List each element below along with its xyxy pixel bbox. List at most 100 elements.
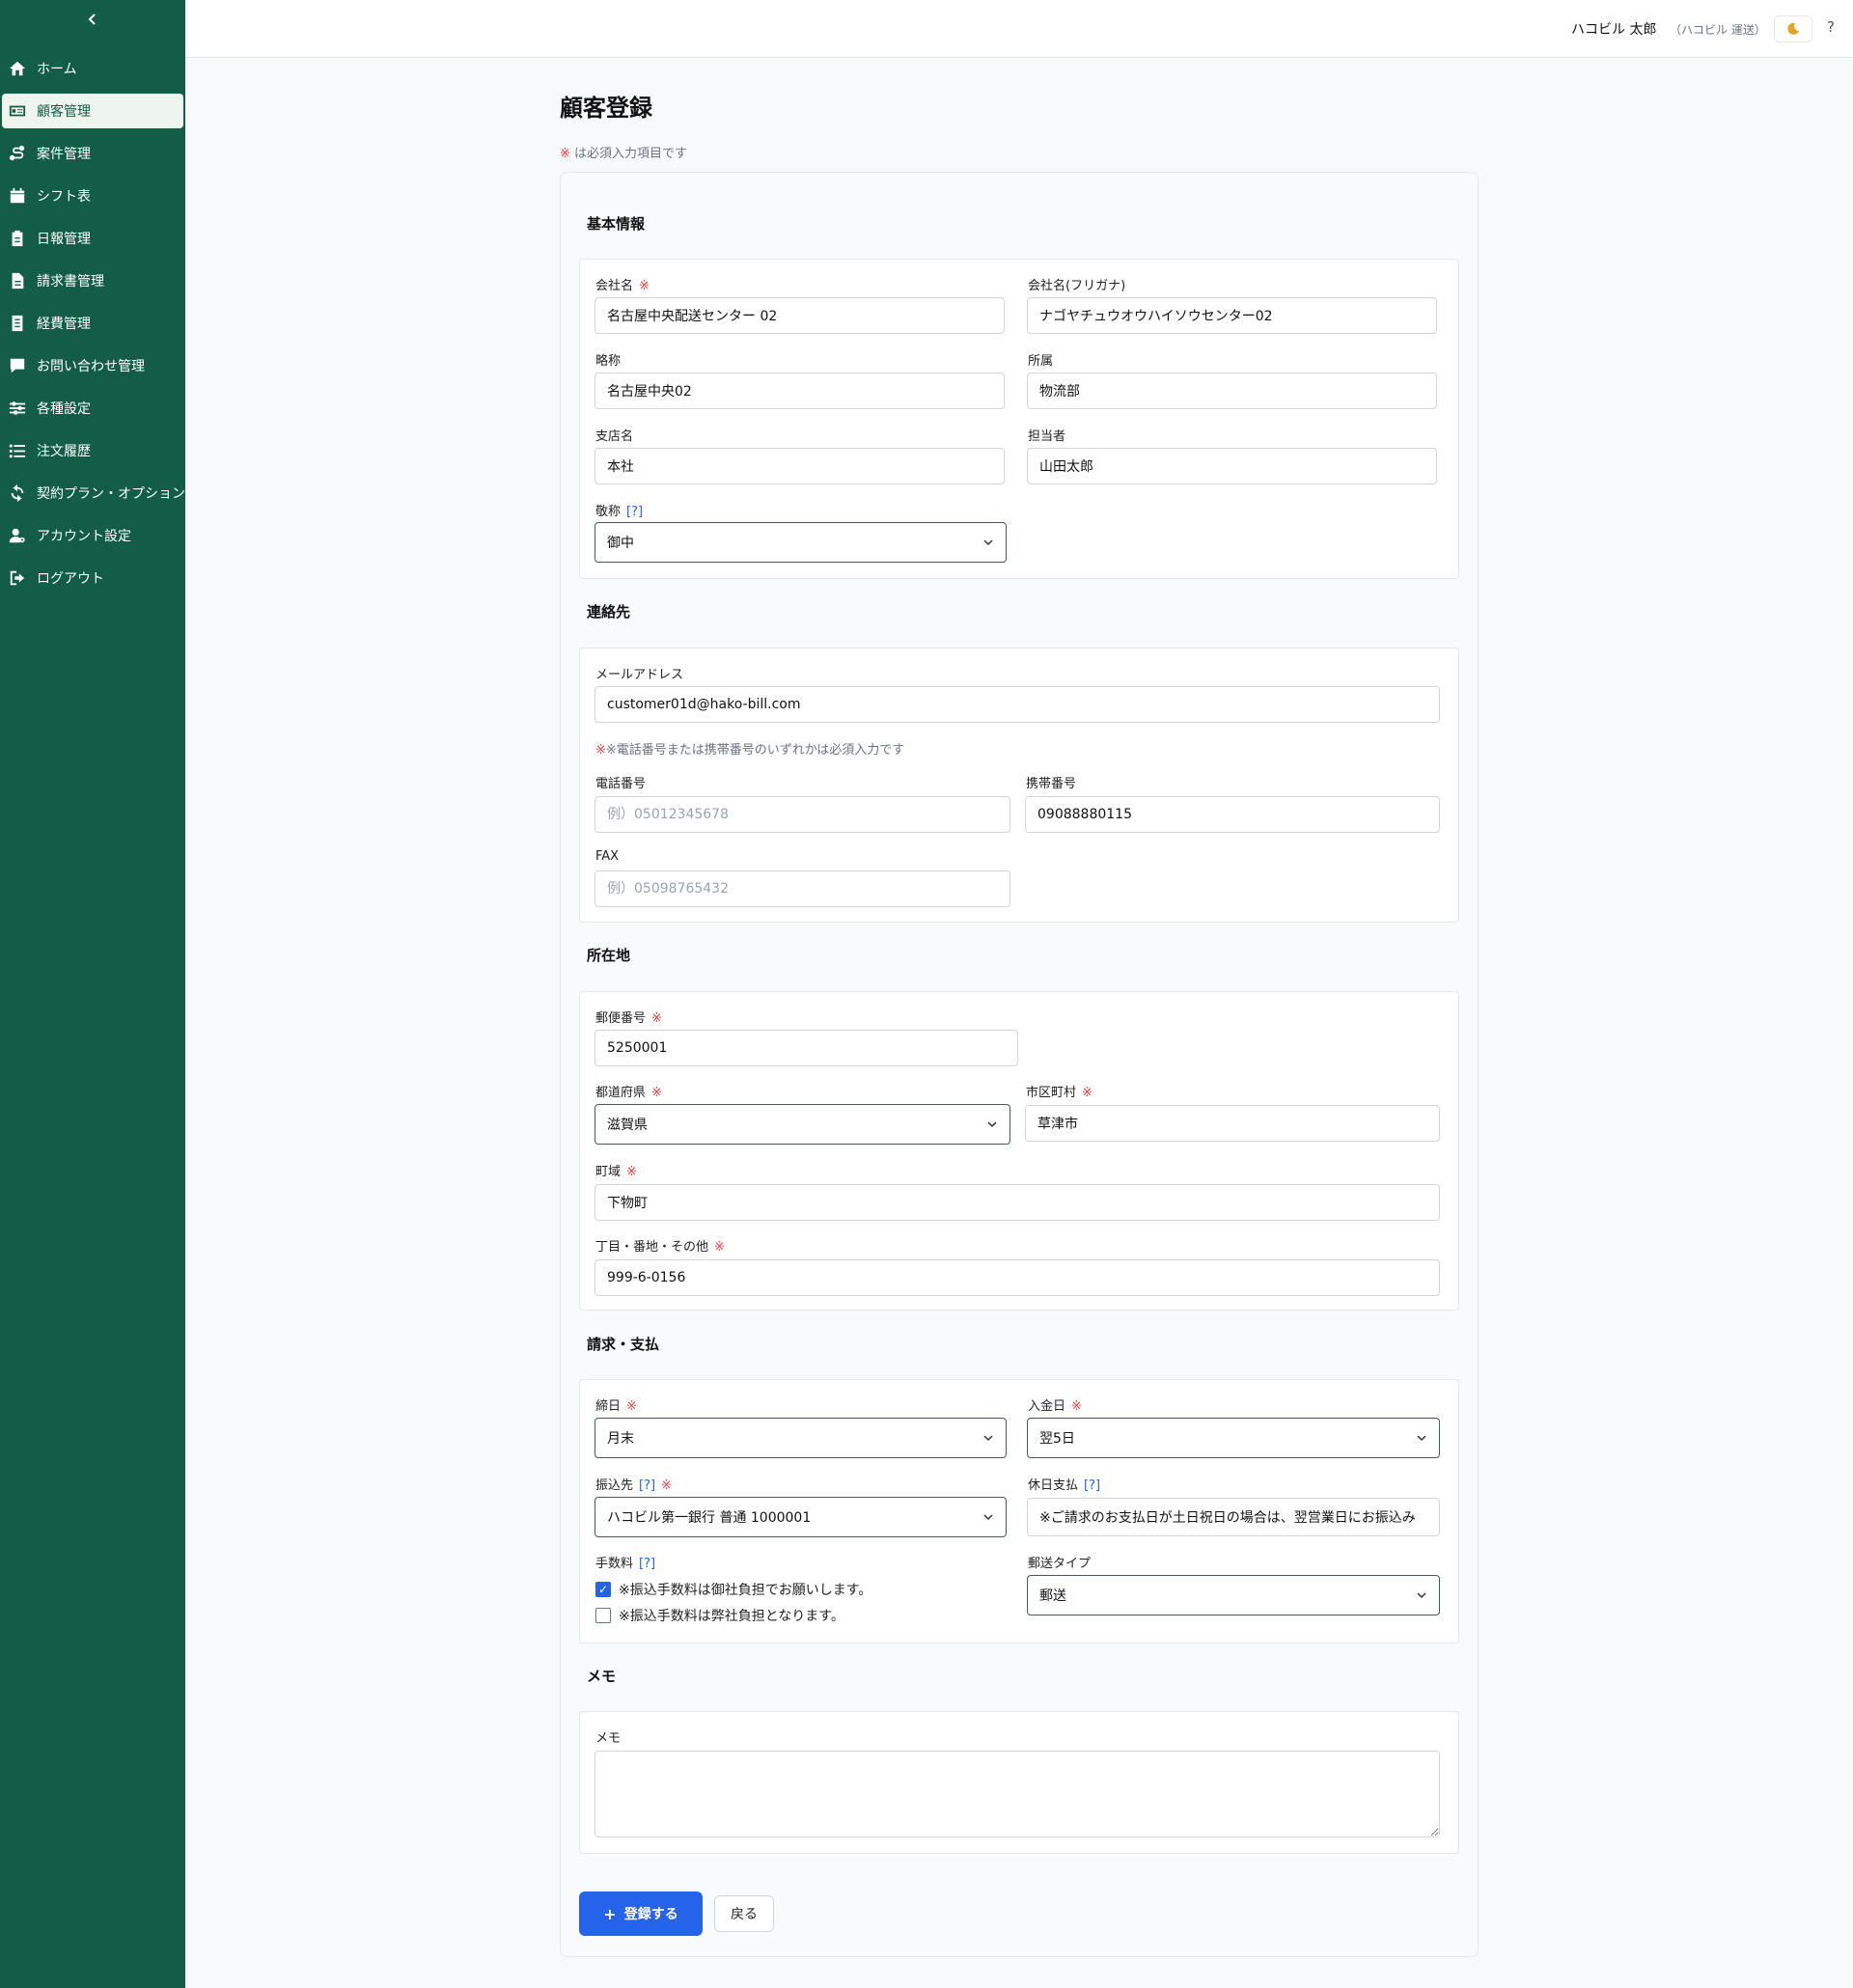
back-button[interactable]: 戻る (714, 1895, 774, 1932)
label-text: 市区町村 (1026, 1086, 1077, 1100)
town-input[interactable] (595, 1184, 1440, 1221)
plus-icon: + (603, 1904, 617, 1923)
sidebar-item-plans[interactable]: 契約プラン・オプション (0, 476, 185, 511)
bank-select[interactable]: ハコビル第一銀行 普通 1000001 (595, 1497, 1007, 1537)
chevron-down-icon (983, 1435, 993, 1442)
city-label: 市区町村 ※ (1026, 1082, 1092, 1100)
label-text: 郵便番号 (595, 1011, 647, 1026)
holiday-payment-label: 休日支払 [?] (1028, 1475, 1100, 1493)
required-mark: ※ (1082, 1086, 1092, 1100)
fee-help-link[interactable]: [?] (639, 1557, 655, 1571)
mobile-input[interactable] (1025, 796, 1440, 833)
required-mark: ※ (560, 147, 570, 161)
prefecture-select[interactable]: 滋賀県 (595, 1104, 1010, 1145)
postal-label: 郵便番号 ※ (595, 1008, 662, 1026)
refresh-icon (8, 483, 27, 503)
sidebar-item-shifts[interactable]: シフト表 (0, 179, 185, 213)
required-mark: ※ (595, 743, 606, 758)
chevron-down-icon (983, 539, 993, 546)
label-text: 丁目・番地・その他 (595, 1240, 709, 1255)
sidebar-item-label: 注文履歴 (37, 444, 91, 459)
sidebar-item-inquiries[interactable]: お問い合わせ管理 (0, 348, 185, 383)
sidebar-item-expenses[interactable]: 経費管理 (0, 306, 185, 341)
chevron-down-icon (1417, 1435, 1426, 1442)
sidebar-item-home[interactable]: ホーム (0, 51, 185, 86)
branch-input[interactable] (595, 448, 1005, 484)
sidebar-item-settings[interactable]: 各種設定 (0, 391, 185, 426)
holiday-payment-help-link[interactable]: [?] (1084, 1478, 1100, 1493)
register-button[interactable]: + 登録する (579, 1891, 703, 1936)
person-input[interactable] (1027, 448, 1437, 484)
mail-type-select[interactable]: 郵送 (1027, 1575, 1440, 1615)
user-organization: （ハコビル 運送） (1670, 23, 1766, 37)
street-input[interactable] (595, 1259, 1440, 1296)
sidebar-item-label: 経費管理 (37, 317, 91, 332)
city-input[interactable] (1025, 1105, 1440, 1142)
fee-option-client[interactable]: ✓ ※振込手数料は御社負担でお願いします。 (595, 1580, 871, 1599)
section-title-basic: 基本情報 (587, 215, 646, 233)
comment-icon (8, 356, 27, 375)
phone-note-text: ※電話番号または携帯番号のいずれかは必須入力です (605, 743, 905, 758)
chevron-down-icon (983, 1514, 993, 1521)
sidebar-item-label: 契約プラン・オプション (37, 486, 185, 502)
required-note-text: は必須入力項目です (569, 147, 688, 161)
sidebar-item-invoices[interactable]: 請求書管理 (0, 263, 185, 298)
mobile-label: 携帯番号 (1026, 777, 1077, 791)
company-kana-label: 会社名(フリガナ) (1028, 279, 1126, 293)
honorific-help-link[interactable]: [?] (626, 505, 643, 519)
honorific-select[interactable]: 御中 (595, 522, 1007, 563)
checkbox-unchecked[interactable] (595, 1608, 611, 1623)
sidebar-item-label: お問い合わせ管理 (37, 359, 145, 374)
company-name-label: 会社名 ※ (595, 275, 650, 293)
holiday-payment-input[interactable] (1027, 1498, 1440, 1536)
checkbox-checked[interactable]: ✓ (595, 1582, 611, 1597)
sidebar: ホーム 顧客管理 案件管理 シフト表 日報管理 請求書管理 経費管理 お問い合わ… (0, 0, 185, 1988)
help-icon[interactable]: ? (1827, 18, 1835, 36)
theme-toggle-button[interactable] (1774, 15, 1812, 42)
sidebar-item-account[interactable]: アカウント設定 (0, 518, 185, 553)
phone-input[interactable] (595, 796, 1010, 833)
short-name-input[interactable] (595, 373, 1005, 409)
mail-type-selected-value: 郵送 (1039, 1588, 1066, 1604)
chevron-left-icon[interactable] (0, 0, 185, 39)
memo-textarea[interactable] (595, 1751, 1440, 1837)
phone-label: 電話番号 (595, 777, 647, 791)
label-text: 休日支払 (1028, 1478, 1079, 1493)
sidebar-item-label: 請求書管理 (37, 274, 104, 290)
sidebar-item-orders[interactable]: 注文履歴 (0, 433, 185, 468)
sidebar-item-label: 日報管理 (37, 232, 91, 247)
bank-selected-value: ハコビル第一銀行 普通 1000001 (607, 1510, 812, 1526)
town-label: 町域 ※ (595, 1161, 637, 1179)
label-text: 敬称 (595, 505, 622, 519)
sidebar-item-projects[interactable]: 案件管理 (0, 136, 185, 171)
user-name: ハコビル 太郎 (1571, 22, 1657, 38)
required-mark: ※ (714, 1240, 725, 1255)
section-title-contact: 連絡先 (587, 603, 631, 621)
postal-input[interactable] (595, 1030, 1018, 1066)
fax-label: FAX (595, 849, 620, 864)
label-text: 都道府県 (595, 1086, 647, 1100)
email-input[interactable] (595, 686, 1440, 723)
department-input[interactable] (1027, 373, 1437, 409)
bank-help-link[interactable]: [?] (639, 1478, 655, 1493)
fax-input[interactable] (595, 870, 1010, 907)
company-name-input[interactable] (595, 297, 1005, 334)
closing-day-select[interactable]: 月末 (595, 1418, 1007, 1458)
sidebar-item-logout[interactable]: ログアウト (0, 561, 185, 595)
memo-label: メモ (595, 1731, 622, 1746)
required-mark: ※ (651, 1086, 662, 1100)
home-icon (8, 59, 27, 78)
sidebar-item-label: アカウント設定 (37, 529, 131, 544)
closing-day-selected-value: 月末 (607, 1431, 634, 1447)
section-title-memo: メモ (587, 1668, 617, 1685)
fee-option-own[interactable]: ※振込手数料は弊社負担となります。 (595, 1606, 844, 1625)
register-button-label: 登録する (623, 1907, 678, 1922)
sidebar-item-label: シフト表 (37, 189, 91, 205)
company-kana-input[interactable] (1027, 297, 1437, 334)
payment-day-select[interactable]: 翌5日 (1027, 1418, 1440, 1458)
sidebar-item-daily-reports[interactable]: 日報管理 (0, 221, 185, 256)
label-text: 振込先 (595, 1478, 634, 1493)
sidebar-item-label: 各種設定 (37, 401, 91, 417)
closing-day-label: 締日 ※ (595, 1395, 637, 1414)
sidebar-item-customers[interactable]: 顧客管理 (2, 94, 183, 128)
